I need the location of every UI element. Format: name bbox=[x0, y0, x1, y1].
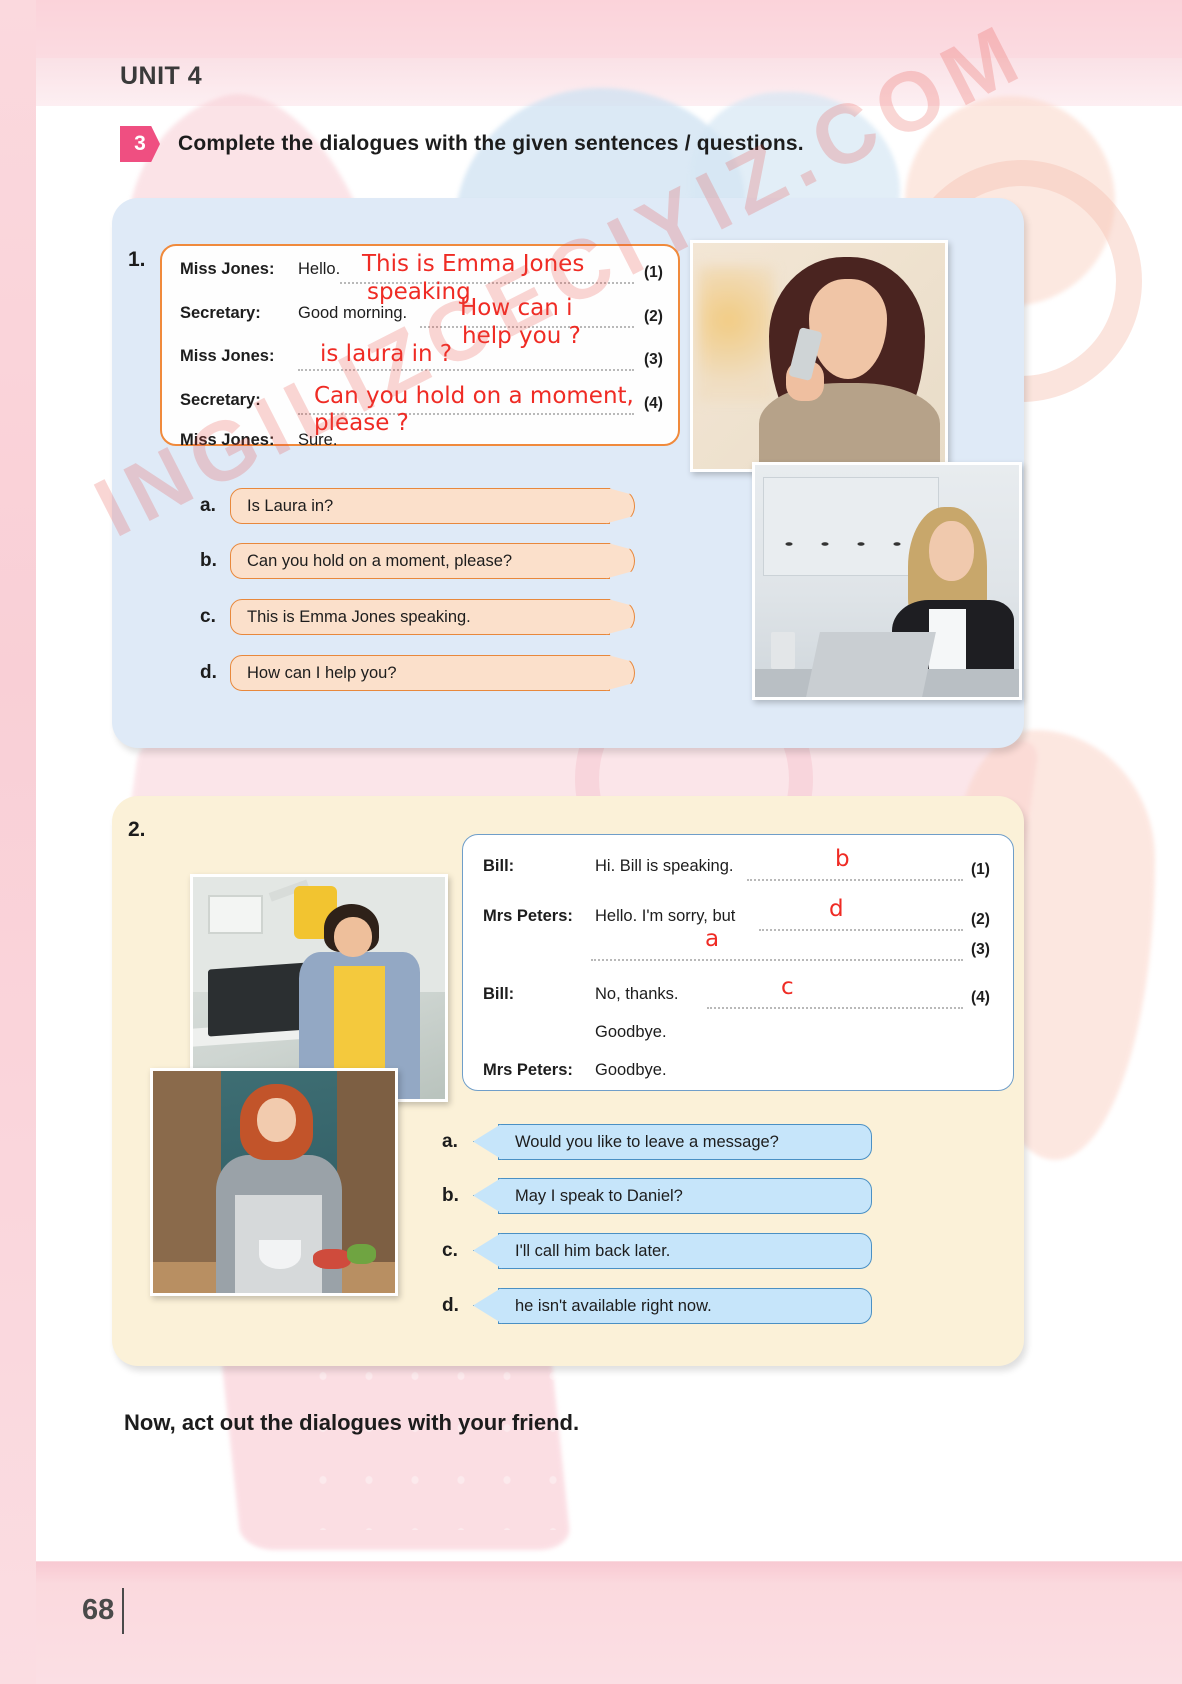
answer-blank[interactable] bbox=[298, 369, 634, 371]
option-row-a[interactable]: a. Is Laura in? bbox=[200, 488, 610, 524]
option-letter: d. bbox=[200, 662, 217, 683]
handwritten-answer-1b: speaking bbox=[367, 279, 471, 305]
dialogue-text: Goodbye. bbox=[595, 1023, 667, 1041]
option-bubble-a[interactable]: Is Laura in? bbox=[230, 488, 610, 524]
dialogue-row: Miss Jones: bbox=[180, 347, 298, 366]
closing-instruction: Now, act out the dialogues with your fri… bbox=[124, 1410, 580, 1435]
option-row-c[interactable]: c. This is Emma Jones speaking. bbox=[200, 599, 610, 635]
speaker-label: Bill: bbox=[483, 857, 515, 875]
dialogue-row: Bill: Hi. Bill is speaking. bbox=[483, 857, 733, 876]
blank-index: (1) bbox=[971, 861, 990, 878]
page-number-rule bbox=[122, 1588, 124, 1634]
option-bubble-a[interactable]: Would you like to leave a message? bbox=[498, 1124, 872, 1160]
blank-index: (3) bbox=[644, 351, 663, 368]
dialogue-row: Bill: No, thanks. bbox=[483, 985, 678, 1004]
answer-blank[interactable] bbox=[759, 929, 963, 931]
dialogue-row: Secretary: bbox=[180, 391, 298, 410]
handwritten-answer-1: b bbox=[835, 846, 850, 872]
speaker-label: Mrs Peters: bbox=[483, 1061, 573, 1079]
option-letter: c. bbox=[200, 606, 216, 627]
answer-blank[interactable] bbox=[591, 959, 963, 961]
handwritten-answer-4: c bbox=[781, 974, 794, 1000]
speaker-label: Secretary: bbox=[180, 304, 261, 322]
exercise-2-number: 2. bbox=[128, 818, 146, 841]
option-row-d[interactable]: d. he isn't available right now. bbox=[442, 1288, 872, 1324]
blank-index: (2) bbox=[971, 911, 990, 928]
blank-index: (4) bbox=[644, 395, 663, 412]
option-row-b[interactable]: b. Can you hold on a moment, please? bbox=[200, 543, 610, 579]
option-letter: d. bbox=[442, 1295, 459, 1316]
option-bubble-b[interactable]: Can you hold on a moment, please? bbox=[230, 543, 610, 579]
exercise-1-number: 1. bbox=[128, 248, 146, 271]
speaker-label: Secretary: bbox=[180, 391, 261, 409]
option-bubble-c[interactable]: This is Emma Jones speaking. bbox=[230, 599, 610, 635]
option-bubble-c[interactable]: I'll call him back later. bbox=[498, 1233, 872, 1269]
speaker-label: Miss Jones: bbox=[180, 260, 275, 278]
blank-index: (3) bbox=[971, 941, 990, 958]
dialogue-row: Miss Jones: Hello. bbox=[180, 260, 340, 279]
speaker-label: Bill: bbox=[483, 985, 515, 1003]
exercise-1-dialogue-box: Miss Jones: Hello. (1) Secretary: Good m… bbox=[160, 244, 680, 449]
option-letter: a. bbox=[200, 495, 216, 516]
handwritten-answer-1a: This is Emma Jones bbox=[362, 251, 585, 277]
option-row-c[interactable]: c. I'll call him back later. bbox=[442, 1233, 872, 1269]
handwritten-answer-3: is laura in ? bbox=[320, 341, 453, 367]
page-number: 68 bbox=[82, 1594, 115, 1626]
handwritten-answer-2: d bbox=[829, 896, 844, 922]
blank-index: (4) bbox=[971, 989, 990, 1006]
dialogue-row: Goodbye. bbox=[595, 1023, 667, 1042]
handwritten-answer-2b: help you ? bbox=[462, 323, 581, 349]
blank-index: (1) bbox=[644, 264, 663, 281]
dialogue-text: No, thanks. bbox=[595, 985, 679, 1003]
dialogue-row: Secretary: Good morning. bbox=[180, 304, 407, 323]
speaker-label: Mrs Peters: bbox=[483, 907, 573, 925]
blank-index: (2) bbox=[644, 308, 663, 325]
dialogue-row: Mrs Peters: Goodbye. bbox=[483, 1061, 667, 1080]
exercise-2-panel: 2. Bill: Hi. Bill is speaking. (1) b Mrs… bbox=[112, 796, 1024, 1366]
dialogue-row: Mrs Peters: Hello. I'm sorry, but bbox=[483, 907, 735, 926]
option-row-d[interactable]: d. How can I help you? bbox=[200, 655, 610, 691]
speaker-label: Miss Jones: bbox=[180, 347, 275, 365]
option-bubble-d[interactable]: How can I help you? bbox=[230, 655, 610, 691]
handwritten-answer-4a: Can you hold on a moment, bbox=[314, 383, 634, 409]
task-instruction: Complete the dialogues with the given se… bbox=[178, 132, 804, 155]
option-bubble-b[interactable]: May I speak to Daniel? bbox=[498, 1178, 872, 1214]
option-row-a[interactable]: a. Would you like to leave a message? bbox=[442, 1124, 872, 1160]
handwritten-answer-2a: How can i bbox=[460, 295, 573, 321]
exercise-2-dialogue-box: Bill: Hi. Bill is speaking. (1) b Mrs Pe… bbox=[462, 834, 1014, 1091]
answer-blank[interactable] bbox=[747, 879, 963, 881]
dialogue-text: Hello. I'm sorry, but bbox=[595, 907, 736, 925]
option-letter: b. bbox=[200, 550, 217, 571]
woman-on-phone-photo bbox=[690, 240, 948, 472]
answer-blank[interactable] bbox=[707, 1007, 963, 1009]
handwritten-answer-3: a bbox=[705, 926, 720, 952]
dialogue-text: Goodbye. bbox=[595, 1061, 667, 1079]
handwritten-answer-4b: please ? bbox=[314, 410, 409, 436]
exercise-1-panel: 1. Miss Jones: Hello. (1) Secretary: Goo… bbox=[112, 198, 1024, 748]
secretary-on-phone-photo bbox=[752, 462, 1022, 700]
dialogue-text: Good morning. bbox=[298, 304, 408, 322]
dialogue-text: Hello. bbox=[298, 260, 341, 278]
speaker-label: Miss Jones: bbox=[180, 431, 275, 449]
option-letter: a. bbox=[442, 1131, 458, 1152]
page-title: UNIT 4 bbox=[120, 62, 203, 90]
option-bubble-d[interactable]: he isn't available right now. bbox=[498, 1288, 872, 1324]
dialogue-text: Hi. Bill is speaking. bbox=[595, 857, 734, 875]
task-number-badge: 3 bbox=[120, 126, 160, 162]
woman-kitchen-phone-photo bbox=[150, 1068, 398, 1296]
option-letter: c. bbox=[442, 1240, 458, 1261]
option-letter: b. bbox=[442, 1185, 459, 1206]
task-header: 3 Complete the dialogues with the given … bbox=[120, 126, 804, 162]
option-row-b[interactable]: b. May I speak to Daniel? bbox=[442, 1178, 872, 1214]
